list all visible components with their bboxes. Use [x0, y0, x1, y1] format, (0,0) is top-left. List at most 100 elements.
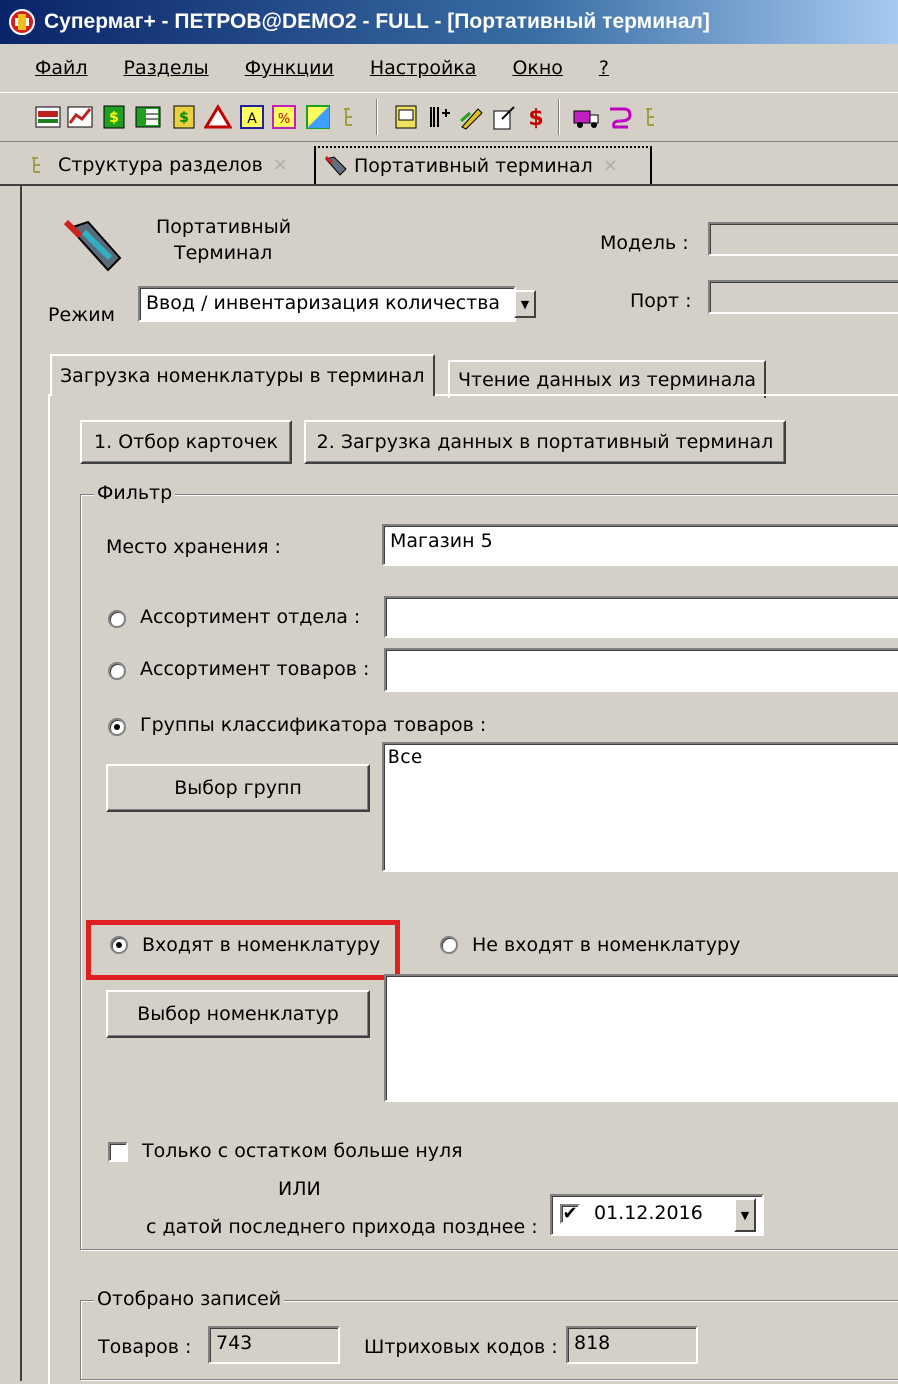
goods-radio[interactable]	[108, 662, 126, 680]
price-list-icon[interactable]	[34, 103, 62, 131]
menu-sections[interactable]: Разделы	[124, 57, 209, 79]
date-value: 01.12.2016	[594, 1202, 703, 1224]
edit-pen-icon[interactable]	[458, 103, 486, 131]
money-card-icon[interactable]: $	[170, 103, 198, 131]
toolbar: $ $ A % $	[0, 92, 898, 142]
barcode-icon[interactable]	[426, 103, 454, 131]
barcodes-count-label: Штриховых кодов :	[364, 1336, 558, 1358]
report-icon[interactable]	[392, 103, 420, 131]
terminal-icon	[63, 219, 122, 272]
groups-radio[interactable]	[108, 718, 126, 736]
goods-field[interactable]	[384, 648, 898, 692]
button-label: Выбор номенклатур	[137, 1003, 339, 1025]
selected-records-title: Отобрано записей	[94, 1288, 285, 1310]
select-groups-button[interactable]: Выбор групп	[106, 764, 370, 812]
menu-help[interactable]: ?	[599, 57, 609, 79]
tree-icon[interactable]	[640, 103, 668, 131]
date-checkbox[interactable]: ✔	[560, 1204, 580, 1224]
menu-settings[interactable]: Настройка	[370, 57, 477, 79]
menu-file[interactable]: Файл	[35, 57, 88, 79]
price-chart-icon[interactable]	[66, 103, 94, 131]
groups-list[interactable]: Все	[382, 742, 898, 872]
tab-load[interactable]: Загрузка номенклатуры в терминал	[50, 354, 435, 396]
svg-text:A: A	[247, 111, 257, 127]
in-nomenclature-label: Входят в номенклатуру	[142, 934, 381, 956]
dollar-icon[interactable]: $	[522, 103, 550, 131]
toolbar-separator	[558, 99, 560, 135]
in-nomenclature-radio[interactable]	[110, 936, 128, 954]
button-label: 1. Отбор карточек	[94, 431, 278, 453]
window-title-bar[interactable]: Супермаг+ - ПЕТРОВ@DEMO2 - FULL - [Порта…	[0, 0, 898, 44]
discount-icon[interactable]	[304, 103, 332, 131]
date-label: с датой последнего прихода позднее :	[146, 1216, 538, 1238]
app-logo-icon	[9, 9, 35, 35]
select-cards-button[interactable]: 1. Отбор карточек	[80, 420, 292, 464]
money-table-icon[interactable]	[134, 103, 162, 131]
stock-checkbox[interactable]	[108, 1142, 128, 1162]
svg-text:%: %	[278, 112, 290, 127]
port-label: Порт :	[630, 290, 692, 312]
svg-text:$: $	[109, 110, 119, 126]
text-a-icon[interactable]: A	[238, 103, 266, 131]
route-icon[interactable]	[606, 103, 634, 131]
mode-value: Ввод / инвентаризация количества	[146, 292, 501, 314]
terminal-title-line1: Портативный	[156, 216, 292, 238]
model-field[interactable]	[708, 222, 898, 256]
svg-text:$: $	[528, 106, 543, 131]
tab-label: Чтение данных из терминала	[458, 369, 757, 391]
groups-value: Все	[388, 746, 423, 768]
tab-read[interactable]: Чтение данных из терминала	[448, 360, 767, 398]
doc-tab-label: Структура разделов	[58, 154, 263, 176]
document-tab-bar: Структура разделов ✕ Портативный термина…	[0, 142, 898, 186]
button-label: 2. Загрузка данных в портативный термина…	[316, 431, 774, 453]
button-label: Выбор групп	[174, 777, 302, 799]
chevron-down-icon[interactable]: ▼	[734, 1198, 756, 1232]
date-picker[interactable]: 01.12.2016	[550, 1194, 764, 1236]
window-title: Супермаг+ - ПЕТРОВ@DEMO2 - FULL - [Порта…	[44, 10, 710, 33]
not-in-nomenclature-label: Не входят в номенклатуру	[472, 934, 741, 956]
load-data-button[interactable]: 2. Загрузка данных в портативный термина…	[304, 420, 786, 464]
money-doc-icon[interactable]: $	[100, 103, 128, 131]
tree-icon[interactable]	[338, 103, 366, 131]
chevron-down-icon[interactable]: ▼	[514, 290, 536, 318]
groups-label: Группы классификатора товаров :	[140, 714, 487, 736]
warning-icon[interactable]	[204, 103, 232, 131]
storage-field[interactable]: Магазин 5	[382, 524, 898, 566]
doc-tab-terminal[interactable]: Портативный терминал ✕	[314, 146, 652, 184]
barcodes-count-field: 818	[566, 1326, 698, 1364]
menu-window[interactable]: Окно	[512, 57, 562, 79]
terminal-form: Портативный Терминал Модель : Порт : Реж…	[20, 186, 898, 1384]
tab-label: Загрузка номенклатуры в терминал	[60, 365, 425, 387]
menu-functions[interactable]: Функции	[245, 57, 334, 79]
close-icon[interactable]: ✕	[273, 155, 288, 176]
edit-doc-icon[interactable]	[490, 103, 518, 131]
or-label: ИЛИ	[278, 1178, 321, 1200]
dept-label: Ассортимент отдела :	[140, 606, 361, 628]
port-field[interactable]	[708, 280, 898, 314]
percent-icon[interactable]: %	[270, 103, 298, 131]
goods-count-field: 743	[208, 1326, 340, 1364]
filter-group-title: Фильтр	[94, 482, 176, 504]
toolbar-separator	[376, 99, 378, 135]
menu-bar: Файл Разделы Функции Настройка Окно ?	[0, 44, 898, 92]
nomenclature-list[interactable]	[384, 974, 898, 1102]
close-icon[interactable]: ✕	[603, 156, 618, 177]
dept-radio[interactable]	[108, 610, 126, 628]
dept-field[interactable]	[384, 596, 898, 638]
storage-label: Место хранения :	[106, 536, 281, 558]
not-in-nomenclature-radio[interactable]	[440, 936, 458, 954]
doc-tab-label: Портативный терминал	[354, 155, 593, 177]
terminal-title-line2: Терминал	[174, 242, 273, 264]
doc-tab-structure[interactable]: Структура разделов ✕	[20, 146, 312, 184]
mode-select[interactable]: Ввод / инвентаризация количества	[138, 286, 516, 322]
terminal-icon	[324, 155, 347, 176]
stock-label: Только с остатком больше нуля	[142, 1140, 463, 1162]
goods-label: Ассортимент товаров :	[140, 658, 370, 680]
select-nomenclature-button[interactable]: Выбор номенклатур	[106, 990, 370, 1038]
mode-label: Режим	[48, 304, 115, 326]
truck-icon[interactable]	[572, 103, 600, 131]
model-label: Модель :	[600, 232, 689, 254]
goods-count-label: Товаров :	[98, 1336, 192, 1358]
svg-text:$: $	[179, 110, 189, 126]
tree-icon	[32, 157, 40, 173]
